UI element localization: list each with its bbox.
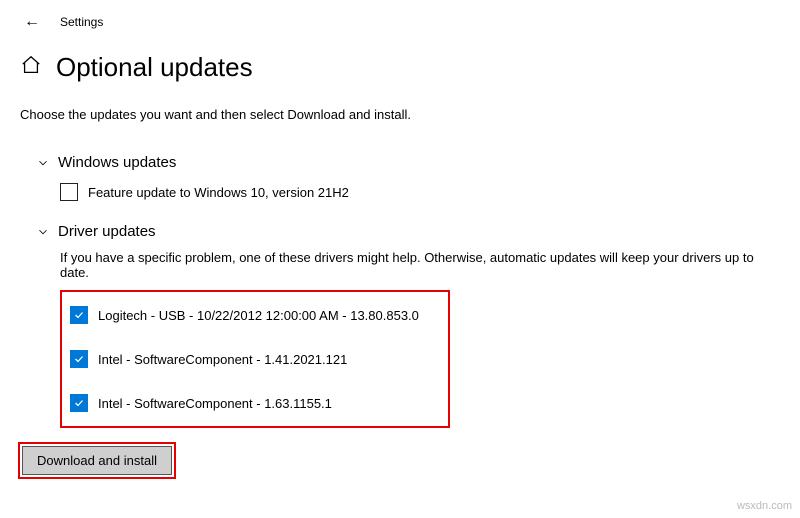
list-item: Intel - SoftwareComponent - 1.41.2021.12… [70,350,438,368]
list-item: Logitech - USB - 10/22/2012 12:00:00 AM … [70,306,438,324]
windows-updates-header[interactable]: Windows updates [36,154,780,171]
driver-updates-title: Driver updates [58,223,156,240]
checkbox-label: Intel - SoftwareComponent - 1.41.2021.12… [98,352,347,367]
windows-updates-section: Windows updates Feature update to Window… [0,154,800,201]
checkbox-checked[interactable] [70,306,88,324]
page-title: Optional updates [56,52,253,83]
home-icon[interactable] [20,54,42,81]
driver-updates-description: If you have a specific problem, one of t… [60,250,780,280]
page-description: Choose the updates you want and then sel… [0,89,800,132]
driver-updates-section: Driver updates If you have a specific pr… [0,223,800,428]
watermark: wsxdn.com [737,500,792,512]
top-bar: ← Settings [0,0,800,40]
driver-updates-header[interactable]: Driver updates [36,223,780,240]
list-item: Intel - SoftwareComponent - 1.63.1155.1 [70,394,438,412]
back-arrow-icon[interactable]: ← [24,14,40,30]
checkbox-checked[interactable] [70,350,88,368]
chevron-down-icon [36,156,50,170]
windows-updates-title: Windows updates [58,154,176,171]
checkbox-unchecked[interactable] [60,183,78,201]
download-install-button[interactable]: Download and install [22,446,172,475]
windows-updates-body: Feature update to Windows 10, version 21… [36,183,780,201]
settings-label: Settings [60,15,103,29]
driver-updates-body: If you have a specific problem, one of t… [36,250,780,428]
checkbox-label: Feature update to Windows 10, version 21… [88,185,349,200]
checkbox-label: Logitech - USB - 10/22/2012 12:00:00 AM … [98,308,419,323]
page-header: Optional updates [0,40,800,89]
chevron-down-icon [36,225,50,239]
checkbox-checked[interactable] [70,394,88,412]
driver-updates-list: Logitech - USB - 10/22/2012 12:00:00 AM … [60,290,450,428]
checkbox-label: Intel - SoftwareComponent - 1.63.1155.1 [98,396,332,411]
list-item: Feature update to Windows 10, version 21… [60,183,780,201]
